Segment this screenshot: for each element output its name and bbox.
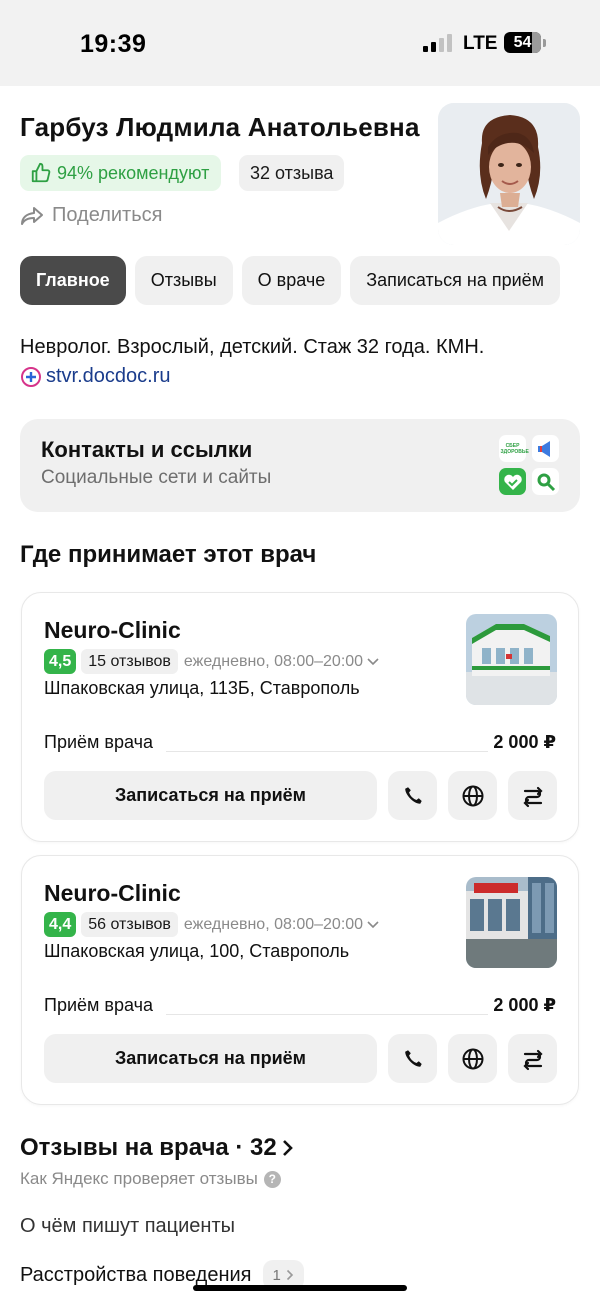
reviews-check-text: Как Яндекс проверяет отзывы xyxy=(20,1169,258,1188)
help-icon: ? xyxy=(263,1170,281,1188)
clinic-reviews[interactable]: 56 отзывов xyxy=(81,912,178,937)
chevron-right-icon xyxy=(282,1140,293,1156)
clinic-rating: 4,5 xyxy=(44,649,77,674)
clinic-photo[interactable] xyxy=(466,614,557,705)
site-link[interactable]: stvr.docdoc.ru xyxy=(20,365,171,388)
tab-main[interactable]: Главное xyxy=(20,256,126,305)
status-bar: 19:39 LTE 54 xyxy=(0,0,600,86)
route-button[interactable] xyxy=(508,1034,557,1083)
doctor-photo xyxy=(438,103,580,245)
clinic-address: Шпаковская улица, 113Б, Ставрополь xyxy=(44,678,360,698)
doctor-name: Гарбуз Людмила Анатольевна xyxy=(20,112,420,142)
reviews-count-badge[interactable]: 32 отзыва xyxy=(239,155,345,191)
route-icon xyxy=(522,1049,543,1070)
price-label: Приём врача xyxy=(44,995,153,1015)
clinic-meta: 4,4 56 отзывов ежедневно, 08:00–20:00 xyxy=(44,912,379,937)
topic-label: Расстройства поведения xyxy=(20,1263,252,1286)
price-label: Приём врача xyxy=(44,732,153,752)
recommend-text: 94% рекомендуют xyxy=(57,162,210,183)
clinic-card[interactable]: Neuro-Clinic 4,4 56 отзывов ежедневно, 0… xyxy=(21,855,579,1105)
clinic-name: Neuro-Clinic xyxy=(44,617,181,643)
tab-about[interactable]: О враче xyxy=(241,256,342,305)
globe-icon xyxy=(462,1048,483,1069)
tab-bar: Главное Отзывы О враче Записаться на при… xyxy=(20,256,561,305)
clinic-card[interactable]: Neuro-Clinic 4,5 15 отзывов ежедневно, 0… xyxy=(21,592,579,842)
reviews-check-link[interactable]: Как Яндекс проверяет отзывы ? xyxy=(20,1169,281,1189)
clinic-address: Шпаковская улица, 100, Ставрополь xyxy=(44,941,350,961)
topics-title: О чём пишут пациенты xyxy=(20,1215,236,1237)
tab-book[interactable]: Записаться на приём xyxy=(350,256,561,305)
clinic-meta: 4,5 15 отзывов ежедневно, 08:00–20:00 xyxy=(44,649,379,674)
route-button[interactable] xyxy=(508,771,557,820)
doctor-specialty: Невролог. Взрослый, детский. Стаж 32 год… xyxy=(20,336,485,358)
signal-icon xyxy=(423,34,453,52)
price-value: 2 000 ₽ xyxy=(493,732,556,752)
clinic-hours[interactable]: ежедневно, 08:00–20:00 xyxy=(184,916,379,934)
clinic-hours-text: ежедневно, 08:00–20:00 xyxy=(183,915,364,933)
clinic-hours-text: ежедневно, 08:00–20:00 xyxy=(183,652,364,670)
tab-reviews[interactable]: Отзывы xyxy=(134,256,233,305)
clinic-photo[interactable] xyxy=(466,877,557,968)
share-button[interactable]: Поделиться xyxy=(20,204,162,227)
clinic-rating: 4,4 xyxy=(44,912,77,937)
home-indicator xyxy=(193,1285,407,1291)
share-label: Поделиться xyxy=(52,204,163,226)
clinic-hours[interactable]: ежедневно, 08:00–20:00 xyxy=(184,653,379,671)
reviews-title-text: Отзывы на врача · 32 xyxy=(20,1134,277,1161)
site-link-label: stvr.docdoc.ru xyxy=(46,365,171,387)
megaphone-icon xyxy=(532,435,559,462)
battery-icon: 54 xyxy=(504,32,541,53)
route-icon xyxy=(522,786,543,807)
share-icon xyxy=(21,206,43,225)
contacts-card[interactable]: Контакты и ссылки Социальные сети и сайт… xyxy=(20,419,580,512)
chevron-down-icon xyxy=(367,920,379,928)
book-appointment-button[interactable]: Записаться на приём xyxy=(44,1034,377,1083)
clinic-reviews[interactable]: 15 отзывов xyxy=(81,649,178,674)
call-button[interactable] xyxy=(388,1034,437,1083)
book-appointment-button[interactable]: Записаться на приём xyxy=(44,771,377,820)
globe-icon xyxy=(462,785,483,806)
reviews-section-title[interactable]: Отзывы на врача · 32 xyxy=(20,1134,295,1162)
battery-level: 54 xyxy=(513,34,532,51)
call-button[interactable] xyxy=(388,771,437,820)
chevron-down-icon xyxy=(367,657,379,665)
thumbs-up-icon xyxy=(31,162,51,183)
price-value: 2 000 ₽ xyxy=(493,995,556,1015)
chevron-right-icon xyxy=(286,1269,293,1281)
network-label: LTE xyxy=(463,33,498,54)
status-time: 19:39 xyxy=(80,30,147,58)
search-icon xyxy=(532,468,559,495)
recommend-badge[interactable]: 94% рекомендуют xyxy=(20,155,222,191)
contacts-title: Контакты и ссылки xyxy=(41,437,253,462)
sber-health-icon: СБЕР ЗДОРОВЬЕ xyxy=(499,435,529,462)
phone-icon xyxy=(404,786,422,804)
heart-check-icon xyxy=(499,468,526,495)
website-button[interactable] xyxy=(448,771,497,820)
clinic-name: Neuro-Clinic xyxy=(44,880,181,906)
docdoc-logo-icon xyxy=(21,366,41,387)
phone-icon xyxy=(404,1049,422,1067)
clinics-section-title: Где принимает этот врач xyxy=(20,541,317,568)
contacts-subtitle: Социальные сети и сайты xyxy=(41,467,272,488)
website-button[interactable] xyxy=(448,1034,497,1083)
